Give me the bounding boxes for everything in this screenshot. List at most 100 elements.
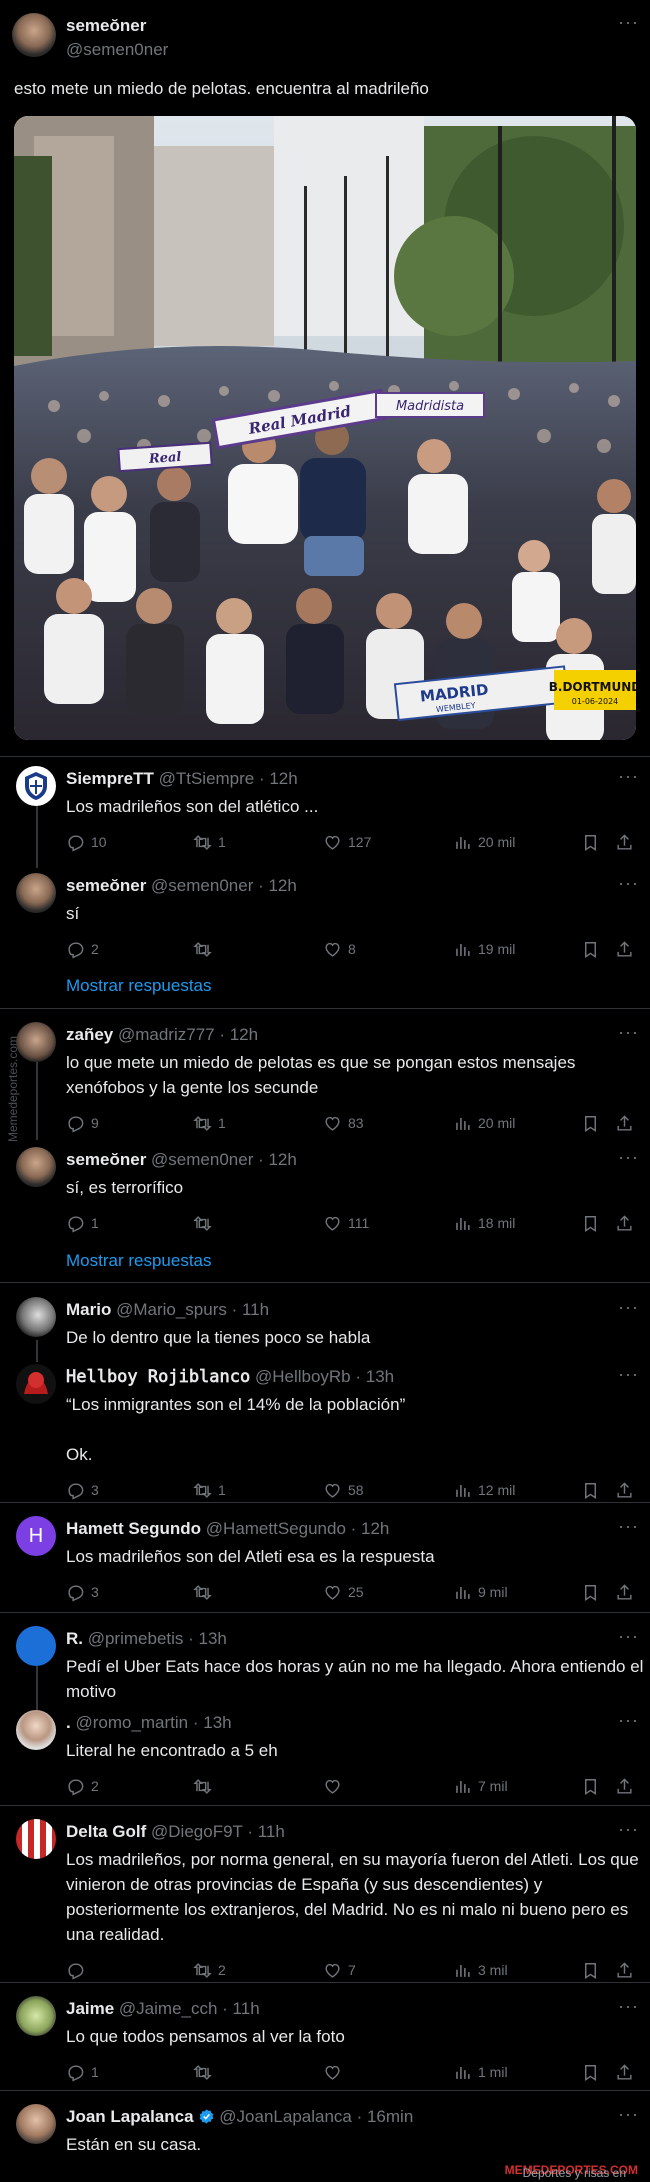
- views-button[interactable]: 20 mil: [453, 1112, 515, 1134]
- show-replies-link[interactable]: Mostrar respuestas: [66, 1251, 212, 1271]
- retweet-button[interactable]: [193, 1581, 218, 1603]
- avatar[interactable]: [16, 873, 56, 913]
- share-button[interactable]: [615, 1112, 640, 1134]
- retweet-button[interactable]: 1: [193, 831, 226, 853]
- bookmark-button[interactable]: [581, 1959, 606, 1981]
- bookmark-button[interactable]: [581, 1479, 606, 1501]
- like-button[interactable]: 25: [323, 1581, 364, 1603]
- avatar[interactable]: H: [16, 1516, 56, 1556]
- reply-author-name[interactable]: Joan Lapalanca: [66, 2107, 194, 2126]
- reply-author-name[interactable]: SiempreTT: [66, 769, 154, 788]
- share-button[interactable]: [615, 1479, 640, 1501]
- views-button[interactable]: 7 mil: [453, 1775, 508, 1797]
- avatar[interactable]: [16, 1147, 56, 1187]
- reply-author-name[interactable]: Mario: [66, 1300, 111, 1319]
- reply-handle-time[interactable]: @DiegoF9T · 11h: [146, 1822, 285, 1841]
- like-button[interactable]: [323, 1775, 348, 1797]
- share-button[interactable]: [615, 831, 640, 853]
- reply-handle-time[interactable]: @JoanLapalanca · 16min: [215, 2107, 413, 2126]
- views-button[interactable]: 1 mil: [453, 2061, 508, 2083]
- views-button[interactable]: 19 mil: [453, 938, 515, 960]
- share-button[interactable]: [615, 1581, 640, 1603]
- avatar[interactable]: [16, 2104, 56, 2144]
- views-button[interactable]: 12 mil: [453, 1479, 515, 1501]
- bookmark-button[interactable]: [581, 831, 606, 853]
- retweet-button[interactable]: [193, 938, 218, 960]
- retweet-button[interactable]: 2: [193, 1959, 226, 1981]
- reply-handle-time[interactable]: @HamettSegundo · 12h: [201, 1519, 390, 1538]
- retweet-button[interactable]: [193, 1212, 218, 1234]
- more-options-icon[interactable]: ···: [618, 1147, 639, 1168]
- author-handle[interactable]: @semen0ner: [66, 40, 168, 60]
- reply-button[interactable]: 1: [66, 2061, 99, 2083]
- like-button[interactable]: 127: [323, 831, 371, 853]
- reply-button[interactable]: 2: [66, 1775, 99, 1797]
- avatar[interactable]: [16, 766, 56, 806]
- more-options-icon[interactable]: ···: [618, 1297, 639, 1318]
- reply-handle-time[interactable]: @madriz777 · 12h: [113, 1025, 258, 1044]
- like-button[interactable]: 83: [323, 1112, 364, 1134]
- more-options-icon[interactable]: ···: [618, 12, 639, 33]
- reply-handle-time[interactable]: @semen0ner · 12h: [146, 876, 297, 895]
- reply-author-name[interactable]: Delta Golf: [66, 1822, 146, 1841]
- post-photo[interactable]: Real Madrid Madridista Real MADRID WEMBL…: [14, 116, 636, 740]
- avatar[interactable]: [16, 1819, 56, 1859]
- like-button[interactable]: 7: [323, 1959, 356, 1981]
- reply-button[interactable]: 3: [66, 1479, 99, 1501]
- reply-handle-time[interactable]: @Jaime_cch · 11h: [114, 1999, 260, 2018]
- views-button[interactable]: 18 mil: [453, 1212, 515, 1234]
- avatar[interactable]: [12, 13, 56, 57]
- views-button[interactable]: 9 mil: [453, 1581, 508, 1603]
- more-options-icon[interactable]: ···: [618, 873, 639, 894]
- bookmark-button[interactable]: [581, 1775, 606, 1797]
- bookmark-button[interactable]: [581, 1112, 606, 1134]
- reply-button[interactable]: 3: [66, 1581, 99, 1603]
- like-button[interactable]: 8: [323, 938, 356, 960]
- retweet-button[interactable]: 1: [193, 1112, 226, 1134]
- author-handle-text[interactable]: @semen0ner: [66, 40, 168, 59]
- more-options-icon[interactable]: ···: [618, 1996, 639, 2017]
- like-button[interactable]: 111: [323, 1212, 369, 1234]
- avatar[interactable]: [16, 1710, 56, 1750]
- reply-handle-time[interactable]: @Mario_spurs · 11h: [111, 1300, 269, 1319]
- reply-author-name[interactable]: semeŏner: [66, 876, 146, 895]
- reply-author-name[interactable]: R.: [66, 1629, 83, 1648]
- more-options-icon[interactable]: ···: [618, 1022, 639, 1043]
- like-button[interactable]: [323, 2061, 348, 2083]
- avatar[interactable]: [16, 1022, 56, 1062]
- reply-handle-time[interactable]: @primebetis · 13h: [83, 1629, 227, 1648]
- retweet-button[interactable]: 1: [193, 1479, 226, 1501]
- more-options-icon[interactable]: ···: [618, 1710, 639, 1731]
- more-options-icon[interactable]: ···: [618, 1626, 639, 1647]
- more-options-icon[interactable]: ···: [618, 766, 639, 787]
- share-button[interactable]: [615, 938, 640, 960]
- reply-author-name[interactable]: Hamett Segundo: [66, 1519, 201, 1538]
- more-options-icon[interactable]: ···: [618, 1819, 639, 1840]
- reply-handle-time[interactable]: @romo_martin · 13h: [71, 1713, 231, 1732]
- reply-button[interactable]: 10: [66, 831, 107, 853]
- bookmark-button[interactable]: [581, 938, 606, 960]
- more-options-icon[interactable]: ···: [618, 2104, 639, 2125]
- reply-button[interactable]: 1: [66, 1212, 99, 1234]
- retweet-button[interactable]: [193, 1775, 218, 1797]
- author-name[interactable]: semeŏner: [66, 16, 146, 36]
- reply-author-name[interactable]: semeŏner: [66, 1150, 146, 1169]
- avatar[interactable]: [16, 1996, 56, 2036]
- reply-author-name[interactable]: 𝙷𝚎𝚕𝚕𝚋𝚘𝚢 𝚁𝚘𝚓𝚒𝚋𝚕𝚊𝚗𝚌𝚘: [66, 1367, 250, 1387]
- reply-author-name[interactable]: zañey: [66, 1025, 113, 1044]
- reply-author-name[interactable]: Jaime: [66, 1999, 114, 2018]
- bookmark-button[interactable]: [581, 1581, 606, 1603]
- reply-handle-time[interactable]: @TtSiempre · 12h: [154, 769, 298, 788]
- share-button[interactable]: [615, 1959, 640, 1981]
- reply-handle-time[interactable]: @semen0ner · 12h: [146, 1150, 297, 1169]
- share-button[interactable]: [615, 2061, 640, 2083]
- avatar[interactable]: [16, 1297, 56, 1337]
- show-replies-link[interactable]: Mostrar respuestas: [66, 976, 212, 996]
- more-options-icon[interactable]: ···: [618, 1364, 639, 1385]
- reply-button[interactable]: 2: [66, 938, 99, 960]
- author-name-text[interactable]: semeŏner: [66, 16, 146, 35]
- reply-handle-time[interactable]: @HellboyRb · 13h: [250, 1367, 394, 1386]
- like-button[interactable]: 58: [323, 1479, 364, 1501]
- share-button[interactable]: [615, 1212, 640, 1234]
- reply-button[interactable]: 9: [66, 1112, 99, 1134]
